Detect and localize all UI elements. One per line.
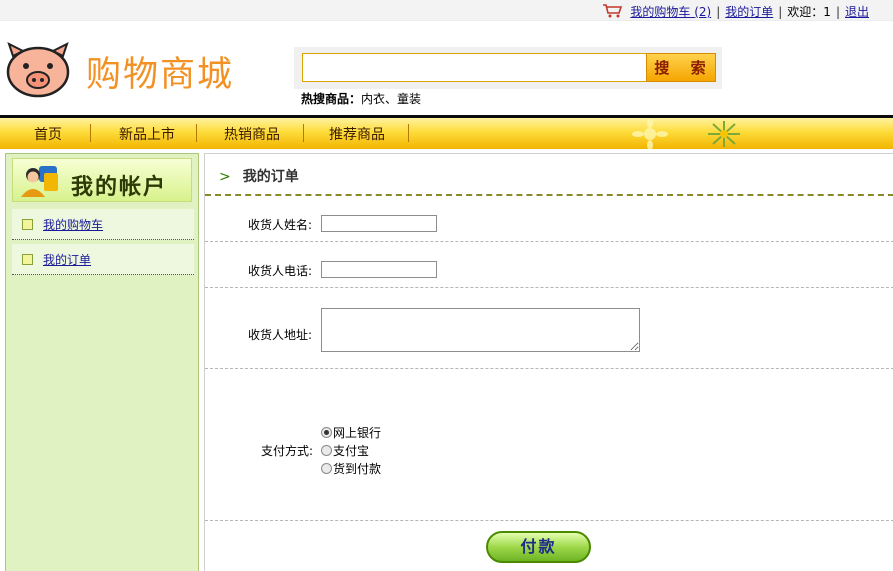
main-content: > 我的订单 收货人姓名: 收货人电话: 收货人地址: 支付方式: 网上银行 支付… <box>204 153 893 571</box>
sun-flower-icon <box>632 119 668 149</box>
sidebar-item-orders[interactable]: 我的订单 <box>12 244 194 275</box>
receiver-address-field[interactable] <box>321 308 640 352</box>
payment-method-label: 支付方式: <box>261 444 314 458</box>
divider <box>205 520 893 521</box>
brand-title: 购物商城 <box>86 55 235 95</box>
receiver-phone-field[interactable] <box>321 261 437 278</box>
radio-icon[interactable] <box>321 445 332 456</box>
pay-button[interactable]: 付款 <box>486 531 591 563</box>
welcome-text: 欢迎：1 <box>787 5 831 19</box>
search-input[interactable] <box>302 53 647 82</box>
divider <box>205 287 893 288</box>
search-bar: 搜 索 <box>294 47 722 89</box>
hot-search: 热搜商品：内衣、童装 <box>301 90 421 107</box>
nav-divider <box>303 124 304 142</box>
sidebar-item-cart[interactable]: 我的购物车 <box>12 209 194 240</box>
bullet-square-icon <box>22 219 33 230</box>
receiver-name-label: 收货人姓名: <box>248 218 313 232</box>
payment-option-bank[interactable]: 网上银行 <box>321 424 381 441</box>
receiver-address-label: 收货人地址: <box>248 328 313 342</box>
main-nav: 首页 新品上市 热销商品 推荐商品 <box>0 115 893 149</box>
breadcrumb: > 我的订单 <box>219 166 299 186</box>
sidebar-item-label[interactable]: 我的购物车 <box>43 216 103 233</box>
my-cart-link[interactable]: 我的购物车 (2) <box>630 5 711 19</box>
hot-search-label: 热搜商品： <box>301 92 362 106</box>
separator: | <box>716 5 721 19</box>
nav-item-recommended[interactable]: 推荐商品 <box>329 124 385 144</box>
hot-search-items[interactable]: 内衣、童装 <box>361 92 421 106</box>
logout-link[interactable]: 退出 <box>845 5 869 19</box>
account-title: 我的帐户 <box>71 175 168 200</box>
nav-divider <box>196 124 197 142</box>
cart-icon[interactable] <box>602 4 624 18</box>
payment-option-alipay[interactable]: 支付宝 <box>321 442 369 459</box>
daisy-flower-icon <box>708 121 740 147</box>
account-user-icon <box>21 166 58 197</box>
divider <box>205 241 893 242</box>
divider <box>205 368 893 369</box>
sidebar: 我的帐户 我的购物车 我的订单 <box>5 153 199 571</box>
payment-option-cod[interactable]: 货到付款 <box>321 460 381 477</box>
nav-item-home[interactable]: 首页 <box>34 124 62 144</box>
separator: | <box>835 5 840 19</box>
bullet-square-icon <box>22 254 33 265</box>
account-header: 我的帐户 <box>12 158 192 202</box>
my-orders-link[interactable]: 我的订单 <box>725 5 773 19</box>
receiver-phone-label: 收货人电话: <box>248 264 313 278</box>
nav-item-new[interactable]: 新品上市 <box>119 124 175 144</box>
top-links: 我的购物车 (2) | 我的订单 | 欢迎：1 | 退出 <box>602 3 869 20</box>
search-button[interactable]: 搜 索 <box>646 53 716 82</box>
pig-logo-icon[interactable] <box>5 42 71 98</box>
radio-checked-icon[interactable] <box>321 427 332 438</box>
top-bar: 我的购物车 (2) | 我的订单 | 欢迎：1 | 退出 <box>0 0 893 21</box>
chevron-right-icon: > <box>219 169 231 185</box>
separator: | <box>778 5 783 19</box>
sidebar-item-label[interactable]: 我的订单 <box>43 251 91 268</box>
divider <box>205 194 893 196</box>
radio-icon[interactable] <box>321 463 332 474</box>
page-title: 我的订单 <box>242 169 299 185</box>
nav-item-hot[interactable]: 热销商品 <box>224 124 280 144</box>
nav-divider <box>408 124 409 142</box>
receiver-name-field[interactable] <box>321 215 437 232</box>
nav-divider <box>90 124 91 142</box>
